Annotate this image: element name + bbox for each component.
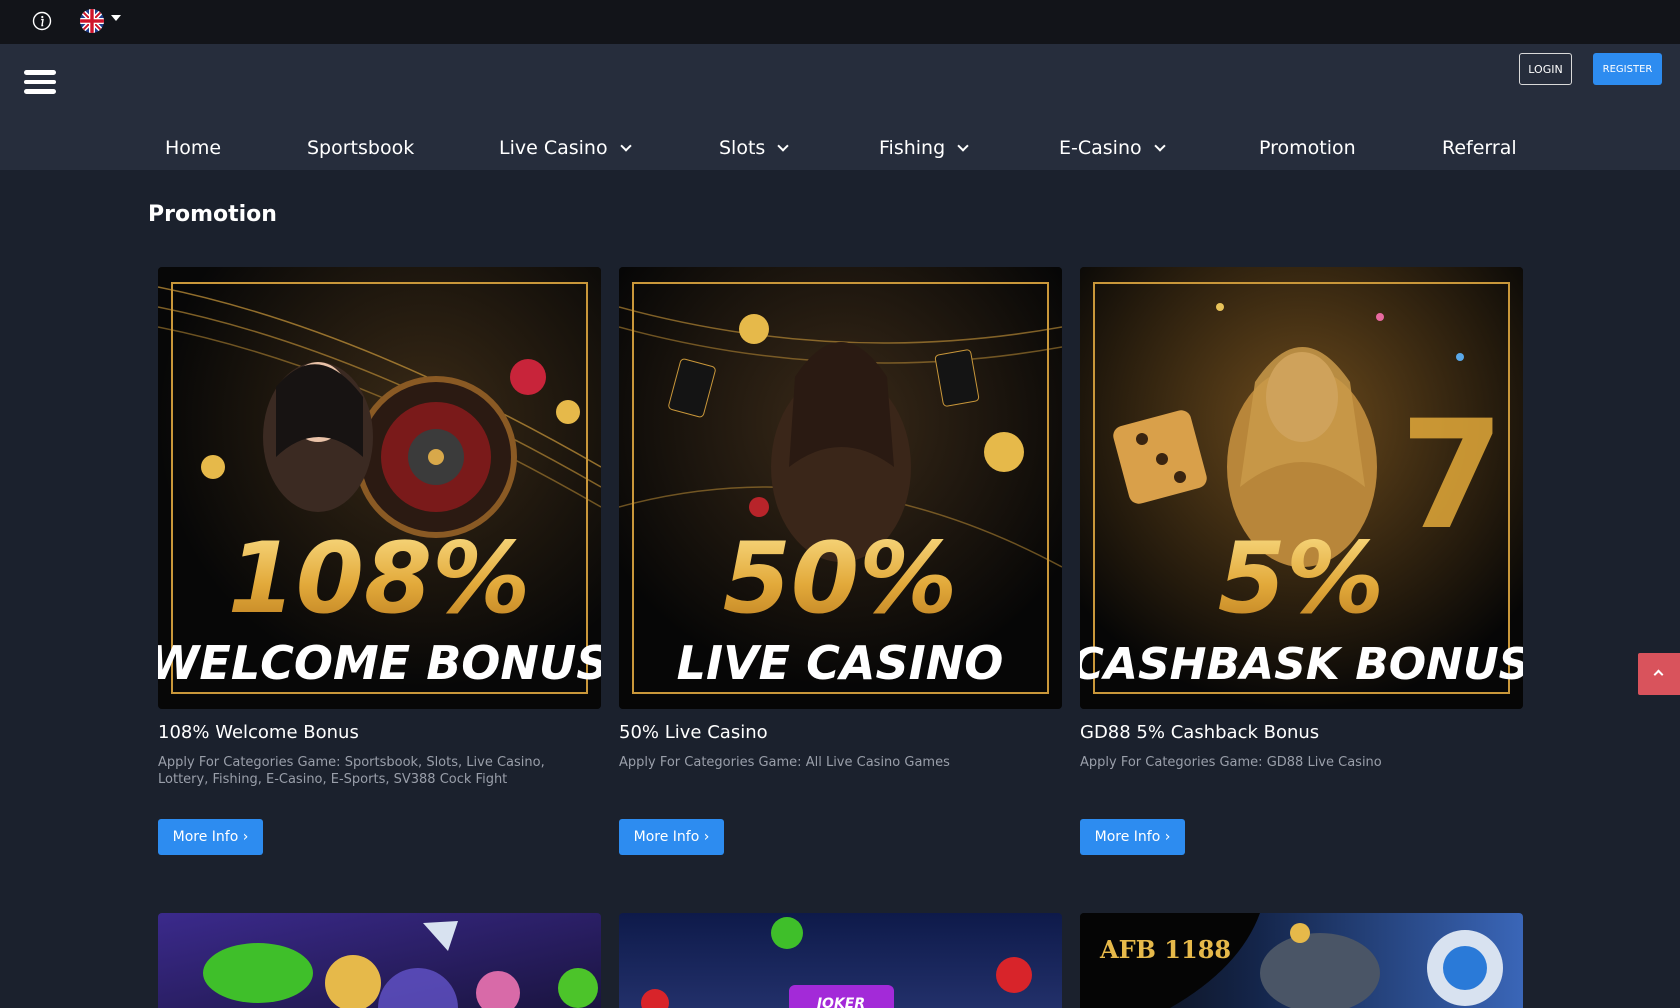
nav-item-home[interactable]: Home — [165, 134, 221, 170]
header: LOGIN REGISTER Home Sportsbook Live Casi… — [0, 44, 1680, 170]
nav-item-e-casino[interactable]: E-Casino — [1059, 134, 1166, 170]
thumb-logo: AFB 1188 — [1099, 935, 1231, 964]
nav-item-referral[interactable]: Referral — [1442, 134, 1517, 170]
chevron-down-icon — [957, 140, 969, 152]
promo-banner[interactable] — [158, 913, 601, 1008]
promo-title: 108% Welcome Bonus — [158, 722, 359, 743]
nav-item-live-casino[interactable]: Live Casino — [499, 134, 632, 170]
promo-description: Apply For Categories Game: Sportsbook, S… — [158, 755, 545, 787]
chevron-down-icon — [777, 140, 789, 152]
promo-card: 50% LIVE CASINO 50% Live Casino Apply Fo… — [619, 267, 1062, 857]
promo-card: 108% WELCOME BONUS 108% Welcome Bonus Ap… — [158, 267, 601, 857]
promo-banner[interactable]: 50% LIVE CASINO — [619, 267, 1062, 709]
promo-description: Apply For Categories Game: GD88 Live Cas… — [1080, 755, 1382, 770]
promo-description: Apply For Categories Game: All Live Casi… — [619, 755, 950, 770]
main-nav: Home Sportsbook Live Casino Slots Fishin… — [0, 134, 1680, 170]
banner-headline: 5% — [1218, 522, 1384, 636]
banner-subline: WELCOME BONUS — [158, 636, 601, 690]
uk-flag-icon[interactable] — [80, 9, 104, 33]
back-to-top-button[interactable] — [1638, 653, 1680, 695]
register-button[interactable]: REGISTER — [1593, 53, 1662, 85]
info-icon[interactable] — [32, 11, 52, 31]
banner-headline: 50% — [723, 522, 958, 636]
nav-item-sportsbook[interactable]: Sportsbook — [307, 134, 414, 170]
promo-banner[interactable]: JOKER — [619, 913, 1062, 1008]
nav-item-slots[interactable]: Slots — [719, 134, 789, 170]
promo-title: GD88 5% Cashback Bonus — [1080, 722, 1320, 743]
banner-subline: CASHBASK BONUS — [1080, 639, 1523, 690]
thumb-logo: JOKER — [814, 996, 865, 1008]
top-bar — [0, 0, 1680, 44]
nav-item-promotion[interactable]: Promotion — [1259, 134, 1356, 170]
chevron-down-icon — [619, 140, 632, 152]
login-button[interactable]: LOGIN — [1519, 53, 1572, 85]
promo-card: 7 5% CASHBASK BONUS GD88 5% Cashback Bon… — [1080, 267, 1523, 857]
banner-headline: 108% — [228, 522, 531, 636]
nav-item-fishing[interactable]: Fishing — [879, 134, 969, 170]
more-info-button[interactable]: More Info › — [158, 819, 263, 855]
svg-text:7: 7 — [1400, 389, 1504, 563]
more-info-button[interactable]: More Info › — [619, 819, 724, 855]
promo-banner[interactable]: 7 5% CASHBASK BONUS — [1080, 267, 1523, 709]
chevron-up-icon — [1653, 669, 1664, 680]
more-info-button[interactable]: More Info › — [1080, 819, 1185, 855]
chevron-down-icon — [1153, 140, 1166, 152]
banner-subline: LIVE CASINO — [677, 636, 1004, 690]
page-title: Promotion — [148, 202, 277, 227]
promo-banner[interactable]: 108% WELCOME BONUS — [158, 267, 601, 709]
promo-title: 50% Live Casino — [619, 722, 768, 743]
hamburger-menu-icon[interactable] — [24, 70, 56, 94]
promo-banner[interactable]: AFB 1188 — [1080, 913, 1523, 1008]
language-caret-icon[interactable] — [111, 15, 121, 21]
